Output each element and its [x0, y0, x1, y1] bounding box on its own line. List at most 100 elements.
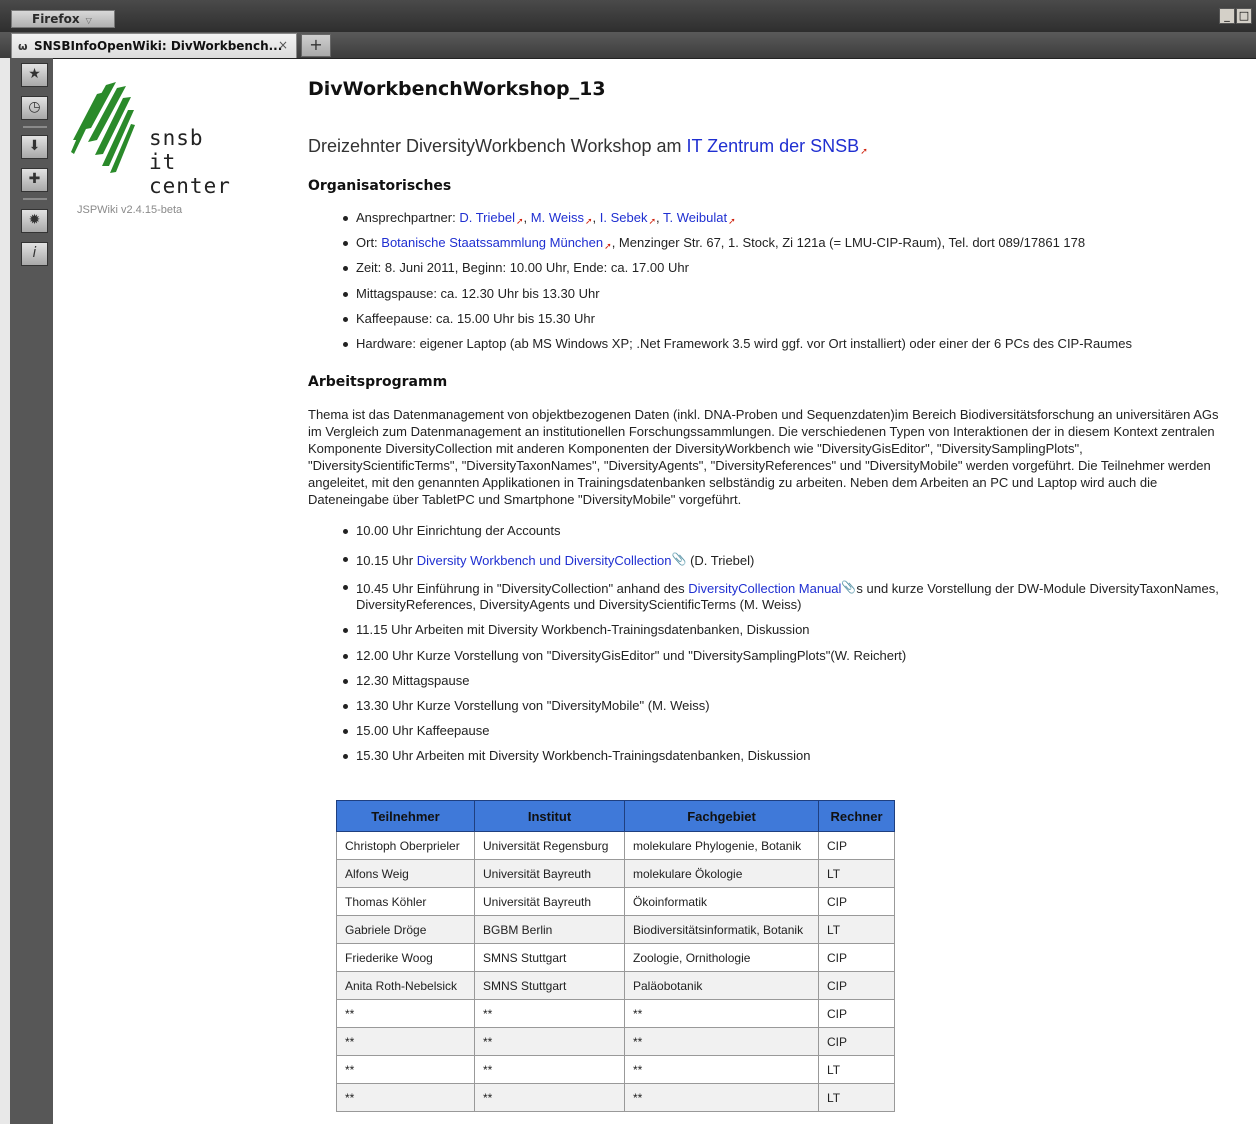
table-row: Christoph Oberprieler Universität Regensb…: [336, 831, 895, 860]
table-cell: Biodiversitätsinformatik, Botanik: [624, 915, 819, 944]
program-list: 10.00 Uhr Einrichtung der Accounts 10.15…: [308, 523, 1228, 773]
list-item: 12.00 Uhr Kurze Vorstellung von "Diversi…: [308, 648, 1228, 673]
list-item: 11.15 Uhr Arbeiten mit Diversity Workben…: [308, 622, 1228, 648]
bookmark-icon[interactable]: ★: [21, 63, 48, 87]
firefox-menu-button[interactable]: Firefox ▽: [11, 10, 115, 28]
list-item: Zeit: 8. Juni 2011, Beginn: 10.00 Uhr, E…: [308, 260, 1228, 286]
table-cell: Friederike Woog: [336, 943, 475, 972]
program-item2-prefix: 10.15 Uhr: [356, 553, 417, 568]
table-cell: **: [474, 1027, 625, 1056]
table-cell: Universität Regensburg: [474, 831, 625, 860]
table-cell: CIP: [818, 971, 895, 1000]
list-item: Kaffeepause: ca. 15.00 Uhr bis 15.30 Uhr: [308, 311, 1228, 336]
dwb-collection-link[interactable]: Diversity Workbench und DiversityCollect…: [417, 553, 672, 568]
list-item: Ort: Botanische Staatssammlung München➚,…: [308, 235, 1228, 260]
contact-link-sebek[interactable]: I. Sebek: [600, 210, 648, 225]
new-tab-button[interactable]: +: [301, 34, 331, 57]
list-item: Hardware: eigener Laptop (ab MS Windows …: [308, 336, 1228, 361]
contact-link-weibulat[interactable]: T. Weibulat: [663, 210, 727, 225]
wiki-favicon-icon: ω: [18, 40, 28, 53]
external-link-icon: ➚: [604, 241, 612, 251]
org-list: Ansprechpartner: D. Triebel➚, M. Weiss➚,…: [308, 210, 1228, 361]
table-cell: Ökoinformatik: [624, 887, 819, 916]
table-cell: **: [624, 1083, 819, 1112]
table-row: Alfons Weig Universität Bayreuth molekular…: [336, 859, 895, 888]
table-row: ** ** ** CIP: [336, 1027, 895, 1056]
list-item: 15.00 Uhr Kaffeepause: [308, 723, 1228, 748]
maximize-button[interactable]: □: [1236, 8, 1252, 24]
table-cell: Thomas Köhler: [336, 887, 475, 916]
column-header: Institut: [474, 800, 625, 832]
table-cell: **: [336, 1027, 475, 1056]
wiki-version: JSPWiki v2.4.15-beta: [77, 204, 183, 216]
external-link-icon: ➚: [584, 216, 593, 226]
table-row: ** ** ** CIP: [336, 999, 895, 1028]
list-item: 13.30 Uhr Kurze Vorstellung von "Diversi…: [308, 698, 1228, 723]
attachment-icon[interactable]: 📎: [841, 580, 856, 594]
list-item: 10.45 Uhr Einführung in "DiversityCollec…: [308, 579, 1228, 622]
snsb-logo[interactable]: snsb it center: [71, 80, 241, 198]
table-cell: **: [474, 1055, 625, 1084]
sidebar-divider: [23, 126, 47, 128]
table-cell: Paläobotanik: [624, 971, 819, 1000]
list-item: 12.30 Mittagspause: [308, 673, 1228, 698]
snsb-it-center-link[interactable]: IT Zentrum der SNSB: [686, 136, 859, 156]
attachment-icon[interactable]: 📎: [672, 552, 687, 566]
addon-icon[interactable]: ✚: [21, 168, 48, 192]
info-icon[interactable]: i: [21, 242, 48, 266]
table-cell: SMNS Stuttgart: [474, 943, 625, 972]
table-cell: **: [474, 1083, 625, 1112]
page-title: DivWorkbenchWorkshop_13: [308, 78, 606, 100]
table-cell: Alfons Weig: [336, 859, 475, 888]
history-icon[interactable]: ◷: [21, 96, 48, 120]
list-item: 15.30 Uhr Arbeiten mit Diversity Workben…: [308, 748, 1228, 773]
external-link-icon: ➚: [515, 216, 524, 226]
table-cell: **: [336, 999, 475, 1028]
location-rest: , Menzinger Str. 67, 1. Stock, Zi 121a (…: [611, 235, 1086, 250]
tab-snsb-wiki[interactable]: ω SNSBInfoOpenWiki: DivWorkbench... ×: [11, 33, 297, 58]
tab-close-button[interactable]: ×: [278, 38, 288, 52]
external-link-icon: ➚: [648, 216, 657, 226]
table-cell: **: [624, 1055, 819, 1084]
contact-link-weiss[interactable]: M. Weiss: [531, 210, 584, 225]
table-row: Gabriele Dröge BGBM Berlin Biodiversitätsi…: [336, 915, 895, 944]
table-cell: **: [336, 1083, 475, 1112]
table-cell: LT: [818, 1055, 895, 1084]
table-cell: Christoph Oberprieler: [336, 831, 475, 860]
table-row: Anita Roth-Nebelsick SMNS Stuttgart Paläob…: [336, 971, 895, 1000]
logo-text-snsb: snsb: [149, 126, 204, 150]
list-item: 10.15 Uhr Diversity Workbench und Divers…: [308, 551, 1228, 579]
table-cell: CIP: [818, 999, 895, 1028]
table-cell: **: [624, 1027, 819, 1056]
table-cell: **: [624, 999, 819, 1028]
table-row: ** ** ** LT: [336, 1055, 895, 1084]
collection-manual-link[interactable]: DiversityCollection Manual: [688, 581, 841, 596]
contact-prefix: Ansprechpartner:: [356, 210, 460, 225]
column-header: Rechner: [818, 800, 895, 832]
location-link[interactable]: Botanische Staatssammlung München: [381, 235, 603, 250]
org-heading: Organisatorisches: [308, 178, 452, 194]
download-icon[interactable]: ⬇: [21, 135, 48, 159]
participants-table: Teilnehmer Institut Fachgebiet Rechner C…: [336, 800, 895, 1112]
leaf-logo-icon: [71, 82, 135, 173]
program-heading: Arbeitsprogramm: [308, 374, 448, 390]
table-cell: BGBM Berlin: [474, 915, 625, 944]
tab-bar: ω SNSBInfoOpenWiki: DivWorkbench... × +: [0, 32, 1256, 59]
program-item2-suffix: (D. Triebel): [686, 553, 755, 568]
table-cell: LT: [818, 915, 895, 944]
table-cell: CIP: [818, 1027, 895, 1056]
toolbar-sidebar: ★ ◷ ⬇ ✚ ✹ i: [10, 58, 53, 1124]
table-cell: SMNS Stuttgart: [474, 971, 625, 1000]
table-cell: LT: [818, 1083, 895, 1112]
location-prefix: Ort:: [356, 235, 382, 250]
contact-link-triebel[interactable]: D. Triebel: [459, 210, 515, 225]
list-item: 10.00 Uhr Einrichtung der Accounts: [308, 523, 1228, 551]
table-row: ** ** ** LT: [336, 1083, 895, 1112]
settings-icon[interactable]: ✹: [21, 209, 48, 233]
list-item: Mittagspause: ca. 12.30 Uhr bis 13.30 Uh…: [308, 286, 1228, 311]
window-titlebar: Firefox ▽ _ □: [0, 0, 1256, 32]
sidebar-divider: [23, 198, 47, 200]
minimize-button[interactable]: _: [1219, 8, 1235, 24]
table-cell: molekulare Ökologie: [624, 859, 819, 888]
web-page: snsb it center JSPWiki v2.4.15-beta DivW…: [53, 58, 1256, 1124]
